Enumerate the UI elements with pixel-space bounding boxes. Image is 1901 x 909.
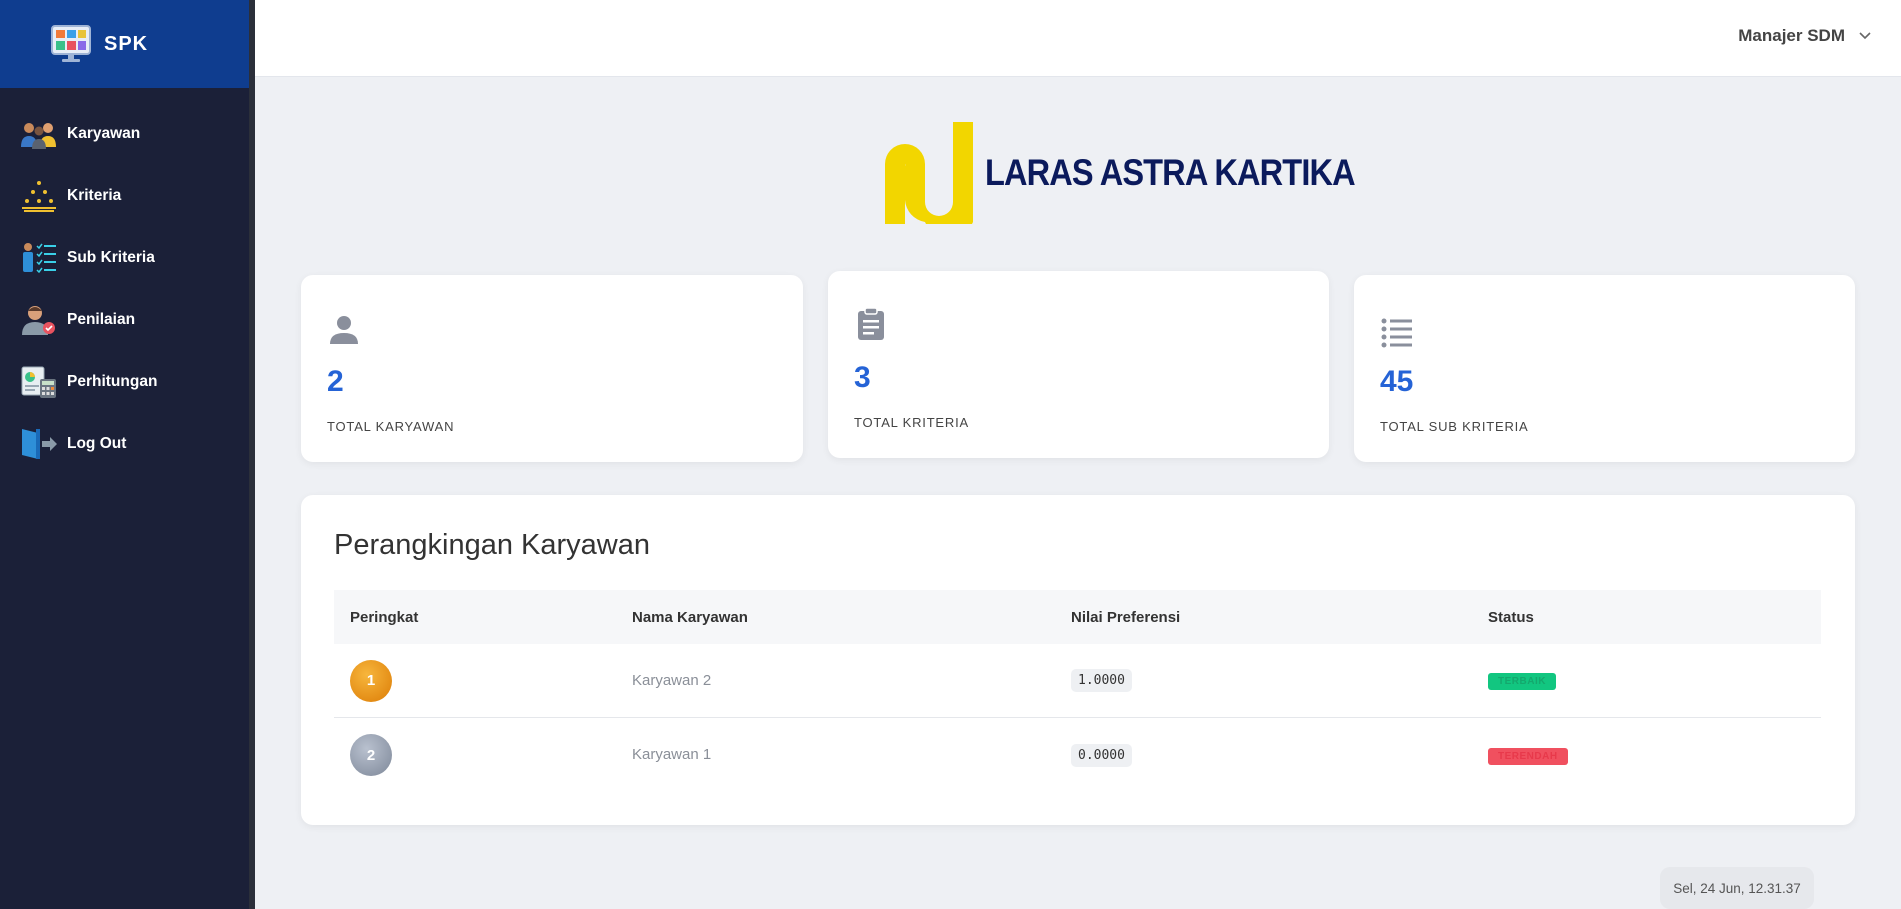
- sub-criteria-icon: [20, 241, 58, 275]
- sidebar-item-sub-kriteria[interactable]: Sub Kriteria: [0, 227, 249, 289]
- company-mark-icon: [885, 122, 973, 224]
- calculation-icon: [20, 365, 58, 399]
- table-header: Peringkat Nama Karyawan Nilai Preferensi…: [334, 590, 1821, 644]
- company-name: LARAS ASTRA KARTIKA: [985, 152, 1356, 193]
- sidebar-item-label: Log Out: [67, 435, 127, 452]
- sidebar-item-kriteria[interactable]: Kriteria: [0, 165, 249, 227]
- employee-name: Karyawan 1: [632, 746, 712, 763]
- column-header[interactable]: Nama Karyawan: [632, 609, 1071, 626]
- ranking-card: Perangkingan Karyawan Peringkat Nama Kar…: [301, 495, 1855, 825]
- rank-cell: 2: [334, 734, 632, 776]
- logout-icon: [20, 427, 58, 461]
- employee-name: Karyawan 2: [632, 671, 712, 689]
- rank-badge: 1: [350, 659, 392, 702]
- status-cell: TERENDAH: [1488, 746, 1821, 765]
- brand[interactable]: SPK: [0, 0, 249, 88]
- stat-label: TOTAL KRITERIA: [854, 415, 969, 430]
- name-cell: Karyawan 2: [632, 672, 1071, 690]
- sidebar-nav: Karyawan Kriteria Sub Kriteria Penilaian…: [0, 103, 249, 475]
- sidebar-item-penilaian[interactable]: Penilaian: [0, 289, 249, 351]
- status-badge: TERBAIK: [1488, 673, 1556, 690]
- ranking-table: Peringkat Nama Karyawan Nilai Preferensi…: [334, 590, 1821, 792]
- preference-value: 1.0000: [1071, 669, 1132, 692]
- preference-cell: 1.0000: [1071, 669, 1488, 692]
- name-cell: Karyawan 1: [632, 746, 1071, 764]
- chevron-down-icon: [1859, 32, 1871, 40]
- user-menu[interactable]: Manajer SDM: [1738, 26, 1871, 46]
- sidebar-item-label: Sub Kriteria: [67, 249, 155, 266]
- employees-icon: [20, 117, 58, 151]
- stat-card-sub-kriteria[interactable]: 45 TOTAL SUB KRITERIA: [1354, 275, 1855, 462]
- table-row[interactable]: 1 Karyawan 2 1.0000 TERBAIK: [334, 644, 1821, 718]
- stat-label: TOTAL SUB KRITERIA: [1380, 419, 1529, 434]
- stat-card-karyawan[interactable]: 2 TOTAL KARYAWAN: [301, 275, 803, 462]
- status-badge: TERENDAH: [1488, 747, 1568, 765]
- sidebar-item-perhitungan[interactable]: Perhitungan: [0, 351, 249, 413]
- monitor-users-icon: [51, 25, 91, 62]
- table-row[interactable]: 2 Karyawan 1 0.0000 TERENDAH: [334, 718, 1821, 792]
- sidebar-item-label: Penilaian: [67, 311, 136, 328]
- sidebar-item-label: Karyawan: [67, 125, 141, 142]
- list-icon: [1381, 318, 1412, 348]
- ranking-title: Perangkingan Karyawan: [334, 529, 650, 561]
- preference-value: 0.0000: [1071, 743, 1132, 767]
- sidebar-item-log-out[interactable]: Log Out: [0, 413, 249, 475]
- top-bar: Manajer SDM: [255, 0, 1901, 77]
- preference-cell: 0.0000: [1071, 743, 1488, 767]
- brand-title: SPK: [104, 32, 149, 55]
- sidebar: SPK Karyawan Kriteria Sub Kriteria Penil…: [0, 0, 255, 909]
- stat-value: 2: [327, 365, 344, 398]
- stat-card-kriteria[interactable]: 3 TOTAL KRITERIA: [828, 271, 1329, 458]
- column-header[interactable]: Peringkat: [334, 609, 632, 626]
- company-logo: LARAS ASTRA KARTIKA: [883, 122, 1405, 224]
- sidebar-item-karyawan[interactable]: Karyawan: [0, 103, 249, 165]
- person-icon: [330, 316, 358, 344]
- column-header[interactable]: Status: [1488, 609, 1821, 626]
- stat-value: 45: [1380, 365, 1414, 398]
- rank-cell: 1: [334, 659, 632, 702]
- status-cell: TERBAIK: [1488, 671, 1821, 690]
- sidebar-item-label: Perhitungan: [67, 373, 158, 390]
- user-name: Manajer SDM: [1738, 26, 1845, 45]
- stat-value: 3: [854, 361, 871, 394]
- assessment-icon: [20, 303, 58, 337]
- column-header[interactable]: Nilai Preferensi: [1071, 609, 1488, 626]
- criteria-icon: [20, 179, 58, 213]
- stat-label: TOTAL KARYAWAN: [327, 419, 455, 434]
- datetime-display: Sel, 24 Jun, 12.31.37: [1660, 867, 1814, 909]
- rank-badge: 2: [350, 734, 392, 776]
- sidebar-item-label: Kriteria: [67, 187, 122, 204]
- clipboard-icon: [858, 307, 884, 340]
